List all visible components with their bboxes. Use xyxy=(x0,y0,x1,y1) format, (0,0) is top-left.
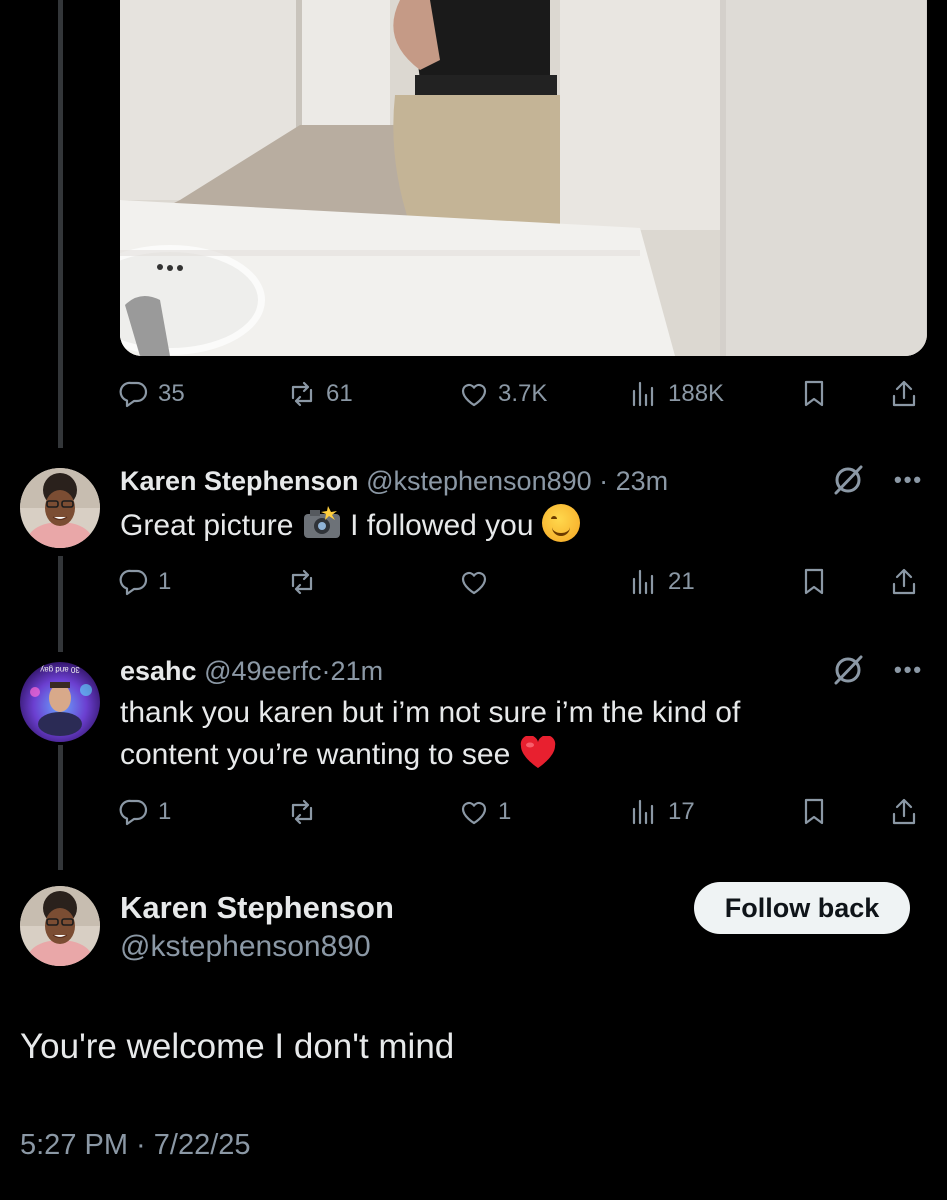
repost-icon xyxy=(291,381,313,407)
avatar[interactable] xyxy=(20,468,100,548)
like-icon xyxy=(461,383,487,407)
reply-corner-icons: ••• xyxy=(830,462,923,498)
post-action-bar: 35 61 3.7K 188K xyxy=(118,374,928,414)
avatar-karen xyxy=(20,886,100,966)
views-button[interactable]: 188K xyxy=(628,374,724,414)
author-handle[interactable]: @kstephenson890 xyxy=(120,930,371,964)
thread-line xyxy=(58,745,63,870)
author-name[interactable]: Karen Stephenson xyxy=(120,466,359,496)
repost-button[interactable] xyxy=(286,792,318,832)
share-icon xyxy=(892,380,916,407)
reply-text: thank you karen but i’m not sure i’m the… xyxy=(120,692,840,776)
red-heart-icon xyxy=(520,736,555,768)
repost-button[interactable]: 61 xyxy=(286,374,353,414)
bookmark-icon xyxy=(804,568,824,595)
reply-button[interactable]: 1 xyxy=(118,562,171,602)
separator: · xyxy=(321,656,331,686)
views-icon xyxy=(632,381,654,407)
smiling-face-icon xyxy=(541,504,580,542)
like-button[interactable]: 1 xyxy=(458,792,511,832)
like-icon xyxy=(461,571,487,595)
post-image[interactable] xyxy=(120,0,927,356)
views-icon xyxy=(632,569,654,595)
reply-time[interactable]: 21m xyxy=(331,656,384,686)
post-timestamp[interactable]: 5:27 PM · 7/22/25 xyxy=(20,1129,251,1162)
views-count: 17 xyxy=(668,798,695,825)
avatar-karen xyxy=(20,468,100,548)
grok-icon[interactable] xyxy=(830,652,866,688)
like-count: 3.7K xyxy=(498,380,548,407)
repost-button[interactable] xyxy=(286,562,318,602)
camera-flash-icon xyxy=(303,506,340,538)
reply-text-part: I followed you xyxy=(341,509,542,542)
author-handle[interactable]: @kstephenson890 xyxy=(366,466,592,496)
like-button[interactable] xyxy=(458,562,490,602)
bookmark-icon xyxy=(804,798,824,825)
repost-count: 61 xyxy=(326,380,353,407)
share-icon xyxy=(892,798,916,825)
reply-text-part: thank you karen but i’m not sure i’m the… xyxy=(120,696,741,771)
more-icon[interactable]: ••• xyxy=(894,467,923,493)
share-button[interactable] xyxy=(888,374,920,414)
thread-line xyxy=(58,0,63,448)
share-icon xyxy=(892,568,916,595)
grok-icon[interactable] xyxy=(830,462,866,498)
avatar[interactable]: 30 and gay xyxy=(20,662,100,742)
like-count: 1 xyxy=(498,798,512,825)
reply-text: Great picture I followed you xyxy=(120,504,840,547)
views-button[interactable]: 17 xyxy=(628,792,695,832)
bookmark-button[interactable] xyxy=(798,374,830,414)
reply-icon xyxy=(119,381,148,408)
reply-button[interactable]: 1 xyxy=(118,792,171,832)
reply-icon xyxy=(119,799,148,826)
repost-icon xyxy=(291,569,313,595)
like-button[interactable]: 3.7K xyxy=(458,374,547,414)
share-button[interactable] xyxy=(888,562,920,602)
views-count: 188K xyxy=(668,380,725,407)
more-icon[interactable]: ••• xyxy=(894,657,923,683)
reply-text-part: Great picture xyxy=(120,509,302,542)
reply-time[interactable]: 23m xyxy=(616,466,669,496)
reply-count: 1 xyxy=(158,798,172,825)
reply-corner-icons: ••• xyxy=(830,652,923,688)
thread-line xyxy=(58,556,63,652)
reply-action-bar: 1 1 17 xyxy=(118,792,928,832)
repost-icon xyxy=(291,799,313,825)
reply-count: 1 xyxy=(158,568,172,595)
reply-button[interactable]: 35 xyxy=(118,374,185,414)
reply-header: Karen Stephenson @kstephenson890 · 23m xyxy=(120,466,668,497)
share-button[interactable] xyxy=(888,792,920,832)
avatar-text: 30 and gay xyxy=(40,665,80,674)
reply-action-bar: 1 21 xyxy=(118,562,928,602)
bookmark-button[interactable] xyxy=(798,562,830,602)
post-text: You're welcome I don't mind xyxy=(20,1027,455,1066)
reply-header: esahc @49eerfc·21m xyxy=(120,656,383,687)
avatar-esahc: 30 and gay xyxy=(20,662,100,742)
views-icon xyxy=(632,799,654,825)
bookmark-button[interactable] xyxy=(798,792,830,832)
reply-icon xyxy=(119,569,148,596)
bookmark-icon xyxy=(804,380,824,407)
author-name[interactable]: Karen Stephenson xyxy=(120,890,394,926)
mirror-photo xyxy=(120,0,927,356)
views-button[interactable]: 21 xyxy=(628,562,695,602)
author-name[interactable]: esahc xyxy=(120,656,197,686)
separator: · xyxy=(591,466,616,496)
avatar[interactable] xyxy=(20,886,100,966)
like-icon xyxy=(461,801,487,825)
author-handle[interactable]: @49eerfc xyxy=(204,656,321,686)
views-count: 21 xyxy=(668,568,695,595)
reply-count: 35 xyxy=(158,380,185,407)
follow-back-button[interactable]: Follow back xyxy=(694,882,910,934)
